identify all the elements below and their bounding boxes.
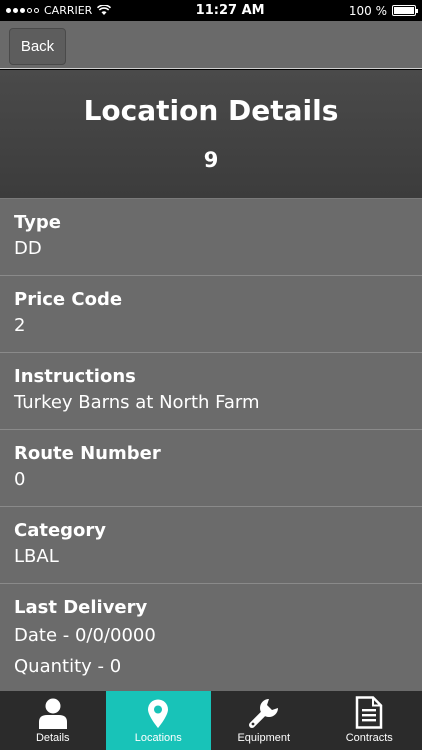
person-icon [38,698,67,729]
field-value: DD [14,238,42,259]
tab-label: Locations [134,732,182,744]
field-label: Price Code [14,289,123,310]
tab-details[interactable]: Details [0,691,106,750]
field-instructions: Instructions Turkey Barns at North Farm [0,352,422,429]
field-type: Type DD [0,198,422,275]
field-value: 2 [14,315,26,336]
navigation-bar: Back [0,21,422,69]
field-value: 0 [14,469,26,490]
document-icon [356,696,383,729]
carrier-info: CARRIER [6,4,112,17]
field-category: Category LBAL [0,506,422,583]
tab-bar: Details Locations Equipment Contracts [0,691,422,750]
last-delivery-quantity: Quantity - 0 [14,656,122,677]
status-bar: CARRIER 11:27 AM 100 % [0,0,422,21]
battery-status: 100 % [348,3,418,18]
signal-strength-icon [6,8,39,13]
field-last-delivery: Last Delivery Date - 0/0/0000 Quantity -… [0,583,422,682]
field-label: Type [14,212,61,233]
battery-icon [392,5,418,16]
clock: 11:27 AM [195,3,265,18]
carrier-name: CARRIER [44,4,93,17]
last-delivery-date: Date - 0/0/0000 [14,625,156,646]
tab-locations[interactable]: Locations [105,691,211,750]
page-title: Location Details [83,94,339,127]
wrench-icon [248,699,278,728]
field-price-code: Price Code 2 [0,275,422,352]
location-number: 9 [203,148,219,172]
details-list[interactable]: Type DD Price Code 2 Instructions Turkey… [0,198,422,691]
field-route-number: Route Number 0 [0,429,422,506]
map-pin-icon [148,699,169,728]
field-label: Last Delivery [14,597,148,618]
page-header: Location Details 9 [0,70,422,198]
field-label: Category [14,520,107,541]
tab-contracts[interactable]: Contracts [317,691,422,750]
back-button[interactable]: Back [9,28,66,65]
field-label: Instructions [14,366,136,387]
battery-percent: 100 % [348,3,387,18]
field-value: Turkey Barns at North Farm [14,392,260,413]
field-label: Route Number [14,443,161,464]
tab-label: Contracts [345,732,393,744]
wifi-icon [97,5,112,15]
tab-equipment[interactable]: Equipment [211,691,317,750]
field-value: LBAL [14,546,59,567]
tab-label: Equipment [237,732,291,744]
tab-label: Details [35,732,70,744]
